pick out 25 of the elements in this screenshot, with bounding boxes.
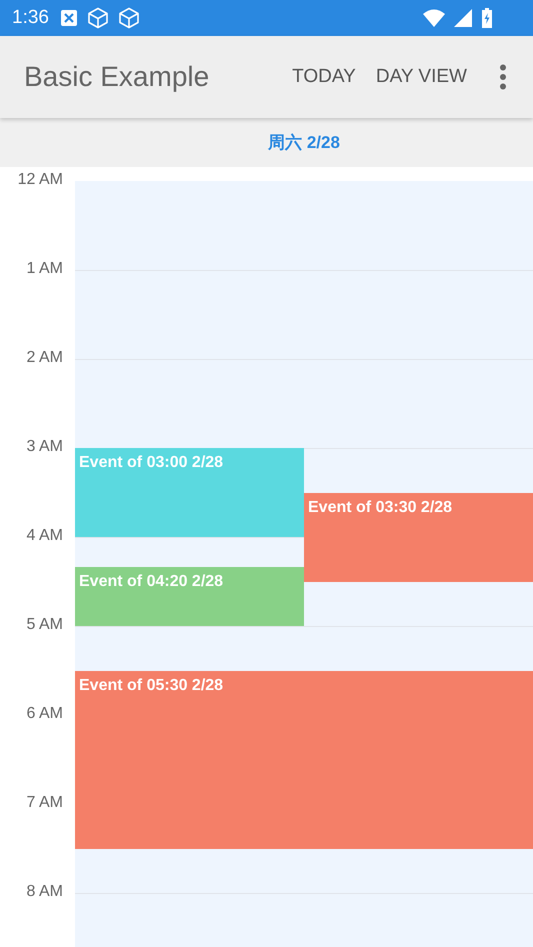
wifi-icon	[423, 9, 445, 27]
clock: 1:36	[12, 7, 49, 29]
signal-icon	[454, 9, 472, 27]
app-title: Basic Example	[24, 61, 210, 93]
hour-label: 3 AM	[26, 438, 63, 456]
action-button[interactable]: DAY VIEW	[368, 60, 475, 94]
hour-label: 2 AM	[26, 349, 63, 367]
hour-label: 4 AM	[26, 527, 63, 545]
close-box-icon	[60, 9, 78, 27]
hour-label: 5 AM	[26, 616, 63, 634]
event-block[interactable]: Event of 03:00 2/28	[75, 448, 304, 537]
action-button[interactable]: TODAY	[284, 60, 364, 94]
hour-label: 6 AM	[26, 705, 63, 723]
hour-label: 8 AM	[26, 883, 63, 901]
event-block[interactable]: Event of 05:30 2/28	[75, 670, 533, 848]
day-label: 周六 2/28	[268, 132, 340, 154]
hour-label: 7 AM	[26, 794, 63, 812]
cube-icon	[86, 7, 109, 29]
hour-label: 12 AM	[18, 171, 63, 189]
event-block[interactable]: Event of 03:30 2/28	[304, 492, 533, 582]
battery-icon	[481, 8, 493, 28]
cube-icon	[118, 7, 140, 29]
more-options-icon[interactable]	[499, 64, 507, 90]
event-block[interactable]: Event of 04:20 2/28	[75, 566, 304, 626]
hour-label: 1 AM	[26, 260, 63, 278]
